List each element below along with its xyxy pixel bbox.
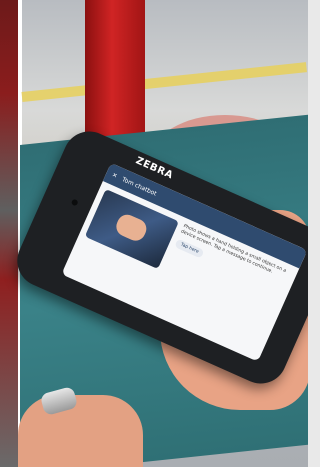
left-shelf [0,0,18,467]
close-icon[interactable]: ✕ [111,171,118,179]
left-hand [18,395,143,467]
scene: ZEBRA ✕ Tom chatbot Photo shows a hand h… [0,0,308,467]
camera-icon [70,198,79,207]
